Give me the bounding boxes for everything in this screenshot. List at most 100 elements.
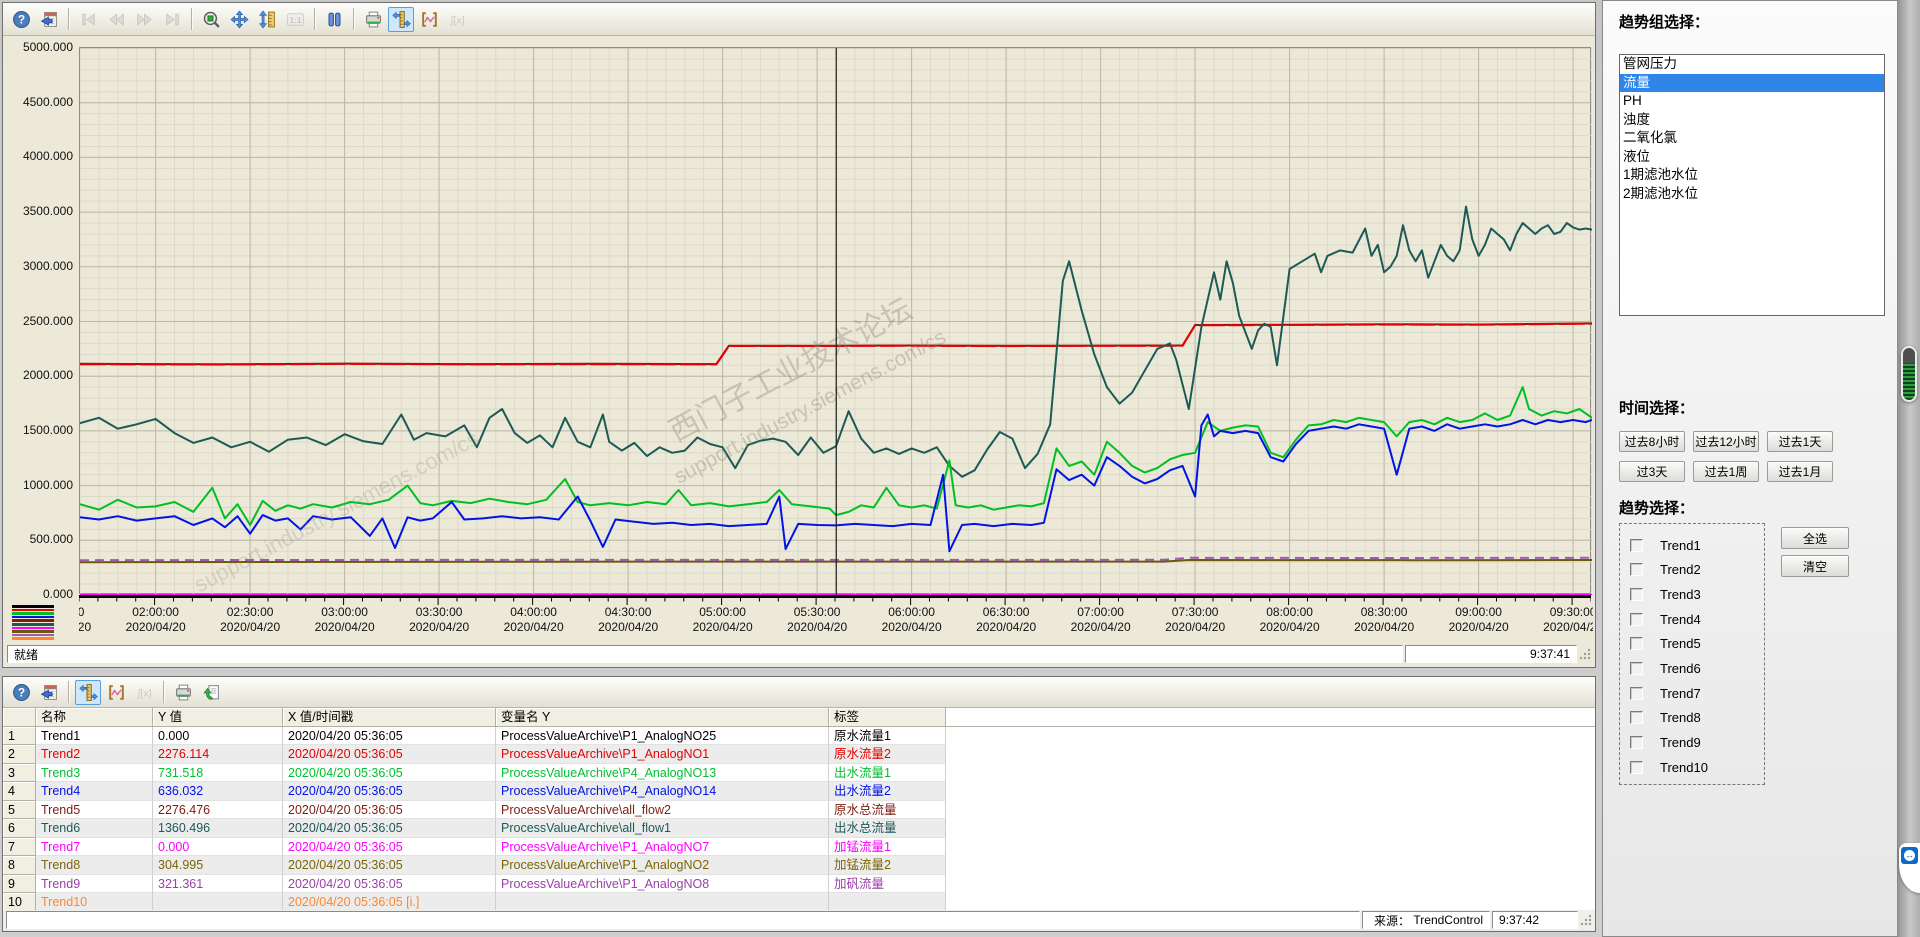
table-row-trend8[interactable]: 8 Trend8 304.995 2020/04/20 05:36:05 Process…	[3, 856, 1595, 875]
table-row-trend9[interactable]: 9 Trend9 321.361 2020/04/20 05:36:05 Process…	[3, 874, 1595, 893]
table-cell: 加锰流量1	[829, 837, 946, 856]
x-axis-tick-label: 02:00:00 2020/04/20	[125, 605, 186, 634]
table-cell: 304.995	[153, 856, 283, 875]
trend-group-item-1期滤池水位[interactable]: 1期滤池水位	[1620, 166, 1884, 185]
time-range-button-4[interactable]: 过3天	[1619, 461, 1685, 482]
trend-checkbox-row-trend7: Trend7	[1630, 685, 1701, 701]
table-row-trend5[interactable]: 5 Trend5 2276.476 2020/04/20 05:36:05 Proces…	[3, 800, 1595, 819]
trend-checkbox-row-trend9: Trend9	[1630, 735, 1701, 751]
row-number: 9	[3, 874, 36, 893]
table-cell: Trend2	[36, 745, 153, 764]
table-toolbar: ? ∫[x]	[3, 677, 1595, 708]
table-row-trend2[interactable]: 2 Trend2 2276.114 2020/04/20 05:36:05 Proces…	[3, 745, 1595, 764]
nav-next-icon	[131, 7, 157, 32]
table-cell: 2020/04/20 05:36:05	[283, 800, 496, 819]
legend-stripe-trend7	[12, 626, 54, 630]
stats-icon[interactable]	[416, 7, 442, 32]
trend-group-item-2期滤池水位[interactable]: 2期滤池水位	[1620, 185, 1884, 204]
select-all-button[interactable]: 全选	[1781, 527, 1849, 549]
checkbox-trend10[interactable]	[1630, 760, 1643, 774]
table-cell: 原水流量2	[829, 745, 946, 764]
nav-prev-icon	[103, 7, 129, 32]
trend-group-item-液位[interactable]: 液位	[1620, 148, 1884, 167]
x-axis-tick-label: 03:30:00 2020/04/20	[409, 605, 470, 634]
checkbox-trend8[interactable]	[1630, 711, 1643, 725]
table-cell: 2020/04/20 05:36:05 [i.]	[283, 893, 496, 911]
trend-plot-area[interactable]: 西门子工业技术论坛 support.industry.siemens.com/cs…	[79, 47, 1592, 595]
table-clock: 9:37:42	[1499, 913, 1540, 927]
print-icon[interactable]	[170, 680, 196, 705]
time-range-button-3[interactable]: 过去1天	[1767, 431, 1833, 452]
table-row-trend3[interactable]: 3 Trend3 731.518 2020/04/20 05:36:05 Process…	[3, 763, 1595, 782]
datasource-icon[interactable]	[36, 7, 62, 32]
table-row-trend7[interactable]: 7 Trend7 0.000 2020/04/20 05:36:05 ProcessVa…	[3, 837, 1595, 856]
row-filler	[946, 745, 1595, 764]
table-status-time: 9:37:42	[1492, 911, 1578, 929]
trend-group-item-管网压力[interactable]: 管网压力	[1620, 55, 1884, 74]
pause-icon[interactable]	[321, 7, 347, 32]
table-cell: Trend4	[36, 782, 153, 801]
x-axis-tick-label: 09:00:00 2020/04/20	[1448, 605, 1509, 634]
svg-text:∫[x]: ∫[x]	[449, 14, 464, 26]
checkbox-trend3[interactable]	[1630, 587, 1643, 601]
time-range-button-2[interactable]: 过去12小时	[1693, 431, 1759, 452]
checkbox-label: Trend8	[1660, 710, 1701, 726]
stats-icon[interactable]	[103, 680, 129, 705]
clear-button[interactable]: 清空	[1781, 555, 1849, 577]
desktop-edge-strip: ↔	[1898, 0, 1920, 937]
checkbox-label: Trend6	[1660, 661, 1701, 676]
export-icon[interactable]	[198, 680, 224, 705]
x-axis-tick-label: 09:30:002020/04/20	[1543, 605, 1593, 634]
table-row-trend1[interactable]: 1 Trend1 0.000 2020/04/20 05:36:05 ProcessVa…	[3, 726, 1595, 745]
table-row-trend10[interactable]: 10 Trend10 2020/04/20 05:36:05 [i.]	[3, 893, 1595, 911]
x-axis-tick-label: 05:00:00 2020/04/20	[692, 605, 753, 634]
table-status-empty	[6, 911, 1360, 929]
trend-group-item-流量[interactable]: 流量	[1620, 73, 1884, 92]
x-axis-tick-label: 08:00:00 2020/04/20	[1259, 605, 1320, 634]
datasource-icon[interactable]	[36, 680, 62, 705]
time-range-button-6[interactable]: 过去1月	[1767, 461, 1833, 482]
checkbox-trend6[interactable]	[1630, 662, 1643, 675]
remote-support-flag[interactable]: ↔	[1899, 843, 1920, 893]
checkbox-trend5[interactable]	[1630, 637, 1643, 651]
chart-clock: 9:37:41	[1529, 647, 1570, 661]
table-row-trend4[interactable]: 4 Trend4 636.032 2020/04/20 05:36:05 Process…	[3, 782, 1595, 801]
help-icon[interactable]: ?	[8, 680, 34, 705]
row-number: 6	[3, 819, 36, 838]
toolbar-separator	[68, 8, 69, 30]
table-cell: ProcessValueArchive\P1_AnalogNO1	[496, 745, 829, 764]
table-cell: Trend9	[36, 874, 153, 893]
checkbox-trend4[interactable]	[1630, 612, 1643, 626]
x-axis-tick-label: 04:00:00 2020/04/20	[503, 605, 564, 634]
y-axis-tick-label: 500.000	[29, 532, 73, 547]
table-cell: 321.361	[153, 874, 283, 893]
checkbox-trend1[interactable]	[1630, 538, 1643, 552]
checkbox-label: Trend4	[1660, 611, 1701, 627]
checkbox-trend2[interactable]	[1630, 563, 1643, 577]
status-ready-label: 就绪	[14, 647, 39, 662]
zoom-area-icon[interactable]	[198, 7, 224, 32]
table-cell	[829, 893, 946, 911]
ruler-icon[interactable]	[388, 6, 414, 32]
time-range-button-5[interactable]: 过去1周	[1693, 461, 1759, 482]
trend-group-item-二氧化氯[interactable]: 二氧化氯	[1620, 129, 1884, 148]
trend-group-listbox[interactable]: 管网压力 流量 PH 浊度 二氧化氯 液位 1期滤池水位 2期滤池水位	[1619, 54, 1885, 316]
source-label: 来源：	[1374, 913, 1411, 928]
print-icon[interactable]	[360, 7, 386, 32]
table-row-trend6[interactable]: 6 Trend6 1360.496 2020/04/20 05:36:05 Proces…	[3, 819, 1595, 838]
ruler-icon[interactable]	[75, 679, 101, 705]
trend-group-item-浊度[interactable]: 浊度	[1620, 111, 1884, 130]
trend-legend-icon[interactable]	[8, 603, 58, 640]
toolbar-separator	[68, 681, 69, 703]
teamviewer-icon[interactable]: ↔	[1901, 847, 1918, 864]
table-cell: Trend5	[36, 800, 153, 819]
zoom-y-icon[interactable]	[254, 7, 280, 32]
time-range-button-1[interactable]: 过去8小时	[1619, 431, 1685, 452]
checkbox-trend9[interactable]	[1630, 736, 1643, 750]
checkbox-trend7[interactable]	[1630, 686, 1643, 700]
row-filler	[946, 726, 1595, 745]
pan-icon[interactable]	[226, 7, 252, 32]
help-icon[interactable]: ?	[8, 7, 34, 32]
sidebar-scroll-handle[interactable]	[1901, 346, 1917, 402]
trend-group-item-PH[interactable]: PH	[1620, 92, 1884, 111]
